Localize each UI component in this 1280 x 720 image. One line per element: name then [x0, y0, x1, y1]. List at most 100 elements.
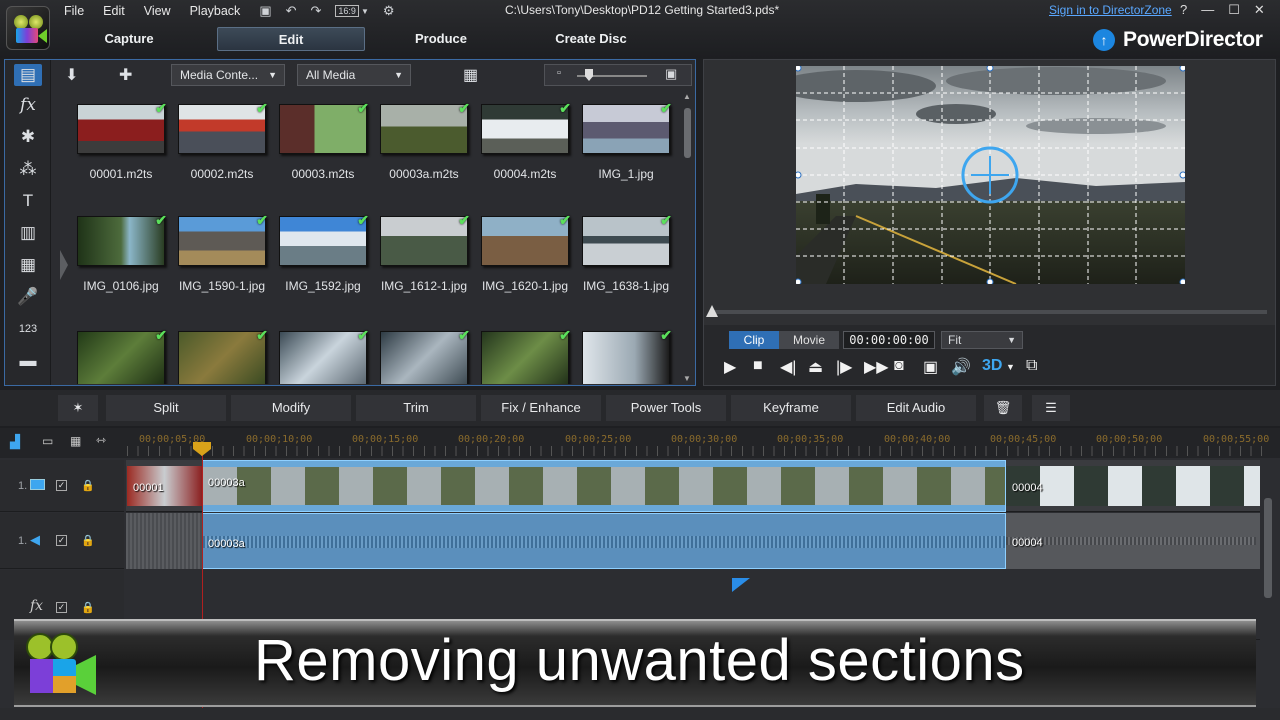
particle-room-icon[interactable]: ⁂ [14, 158, 42, 180]
audio-clip[interactable]: 00004 [1006, 513, 1260, 569]
preview-quality-icon[interactable]: ▣ [923, 357, 938, 377]
subtitle-room-icon[interactable]: ▬ [14, 350, 42, 372]
zoom-fit-dropdown[interactable]: Fit ▼ [941, 331, 1023, 349]
import-media-icon[interactable]: ⬇ [65, 65, 78, 85]
power-tools-button[interactable]: Power Tools [606, 395, 726, 421]
lock-icon[interactable]: 🔒 [81, 601, 95, 614]
help-button[interactable]: ? [1180, 2, 1187, 18]
tab-produce[interactable]: Produce [367, 27, 515, 51]
tab-create-disc[interactable]: Create Disc [517, 27, 665, 51]
movie-mode-button[interactable]: Movie [779, 331, 839, 349]
media-item[interactable]: ✔ 00002.m2ts [174, 100, 270, 181]
track-enable-checkbox[interactable]: ✓ [56, 535, 67, 546]
media-item[interactable]: ✔ 00004.m2ts [477, 100, 573, 181]
lock-icon[interactable]: 🔒 [81, 479, 95, 492]
fast-forward-icon[interactable]: ▶▶ [864, 357, 889, 377]
timeline-scrollbar[interactable] [1264, 498, 1272, 598]
track-enable-checkbox[interactable]: ✓ [56, 602, 67, 613]
storyboard-view-icon[interactable]: ▭ [42, 434, 53, 448]
thumbnail-size-slider[interactable]: ▫ ▣ [544, 64, 692, 86]
menu-file[interactable]: File [64, 4, 84, 18]
preview-scrub-bar[interactable] [712, 310, 1267, 314]
media-item[interactable]: ✔ 00003a.m2ts [376, 100, 472, 181]
media-item[interactable]: ✔ IMG_0106.jpg [73, 212, 169, 293]
3d-options-caret-icon[interactable]: ▼ [1006, 362, 1015, 372]
selected-audio-clip[interactable]: 00003a [202, 513, 1006, 569]
media-item[interactable]: ✔ IMG_1638-1.jpg [578, 212, 674, 293]
media-content-dropdown[interactable]: Media Conte... ▼ [171, 64, 285, 86]
upgrade-arrow-icon[interactable]: ↑ [1093, 29, 1115, 51]
audio-track[interactable]: 00003a 00004 [126, 513, 1260, 569]
audio-mixing-icon[interactable]: ▦ [14, 254, 42, 276]
scroll-down-icon[interactable]: ▼ [683, 374, 691, 383]
scroll-up-icon[interactable]: ▲ [683, 92, 691, 101]
media-filter-dropdown[interactable]: All Media ▼ [297, 64, 411, 86]
undo-icon[interactable]: ↶ [286, 3, 297, 19]
media-item[interactable]: ✔ 00003.m2ts [275, 100, 371, 181]
media-item[interactable]: ✔ IMG_1620-1.jpg [477, 212, 573, 293]
video-clip[interactable]: 00001 [127, 466, 202, 506]
timeline-view-icon[interactable]: ▟ [10, 434, 20, 450]
fix-enhance-button[interactable]: Fix / Enhance [481, 395, 601, 421]
edit-audio-button[interactable]: Edit Audio [856, 395, 976, 421]
media-item[interactable]: ✔ [73, 327, 169, 384]
track-manager-icon[interactable]: ▦ [70, 434, 81, 448]
voice-over-icon[interactable]: 🎤 [14, 286, 42, 308]
menu-playback[interactable]: Playback [190, 4, 241, 18]
plugins-puzzle-icon[interactable]: ✚ [119, 65, 132, 85]
previous-frame-icon[interactable]: ◀| [780, 357, 796, 377]
redo-icon[interactable]: ↷ [311, 3, 322, 19]
chapter-room-icon[interactable]: 123 [14, 318, 42, 340]
media-item[interactable]: ✔ IMG_1612-1.jpg [376, 212, 472, 293]
media-item[interactable]: ✔ IMG_1592.jpg [275, 212, 371, 293]
save-icon[interactable]: ▣ [259, 3, 271, 19]
trim-button[interactable]: Trim [356, 395, 476, 421]
video-clip[interactable]: 00004 [1006, 466, 1260, 506]
play-icon[interactable]: ▶ [724, 357, 736, 377]
tab-edit[interactable]: Edit [217, 27, 365, 51]
library-scrollbar[interactable]: ▲ ▼ [682, 92, 692, 386]
volume-icon[interactable]: 🔊 [951, 357, 971, 377]
maximize-button[interactable]: ☐ [1228, 2, 1240, 18]
timecode-display[interactable]: 00:00:00:00 [843, 331, 935, 349]
grid-view-icon[interactable]: ▦ [463, 65, 478, 85]
menu-edit[interactable]: Edit [103, 4, 125, 18]
pip-objects-icon[interactable]: ✱ [14, 126, 42, 148]
modify-button[interactable]: Modify [231, 395, 351, 421]
close-button[interactable]: ✕ [1254, 2, 1265, 18]
settings-gear-icon[interactable]: ⚙ [383, 3, 395, 19]
keyframe-button[interactable]: Keyframe [731, 395, 851, 421]
fit-timeline-icon[interactable]: ⇿ [96, 433, 106, 447]
magic-tools-icon[interactable]: ✶ [58, 395, 98, 421]
3d-mode-button[interactable]: 3D [982, 357, 1002, 375]
delete-trash-icon[interactable]: 🗑 [984, 395, 1022, 421]
preview-video-frame[interactable] [796, 66, 1185, 284]
split-marker-icon[interactable]: ⏏ [808, 357, 823, 377]
media-item[interactable]: ✔ [174, 327, 270, 384]
transition-room-icon[interactable]: ▥ [14, 222, 42, 244]
snapshot-camera-icon[interactable]: ◙ [894, 357, 904, 375]
media-item[interactable]: ✔ IMG_1.jpg [578, 100, 674, 181]
tab-capture[interactable]: Capture [55, 27, 203, 51]
media-item[interactable]: ✔ [275, 327, 371, 384]
minimize-button[interactable]: — [1201, 2, 1214, 18]
next-frame-icon[interactable]: |▶ [836, 357, 852, 377]
lock-icon[interactable]: 🔒 [81, 534, 95, 547]
media-room-icon[interactable]: ▤ [14, 64, 42, 86]
media-item[interactable]: ✔ [578, 327, 674, 384]
signin-link[interactable]: Sign in to DirectorZone [1049, 3, 1172, 17]
aspect-ratio-selector[interactable]: 16:9 [335, 5, 359, 17]
slider-handle[interactable] [585, 69, 593, 81]
selected-video-clip[interactable]: 00003a [202, 460, 1006, 512]
menu-view[interactable]: View [144, 4, 171, 18]
media-item[interactable]: ✔ 00001.m2ts [73, 100, 169, 181]
media-item[interactable]: ✔ [477, 327, 573, 384]
fx-room-icon[interactable]: fx [14, 94, 42, 116]
title-room-icon[interactable]: T [14, 190, 42, 212]
media-item[interactable]: ✔ [376, 327, 472, 384]
timeline-ruler[interactable]: ▟ ▭ ▦ ⇿ 00;00;05;00 00;00;10;00 00;00;15… [0, 428, 1280, 458]
aspect-dropdown-caret-icon[interactable]: ▼ [361, 7, 369, 16]
more-features-icon[interactable]: ☰ [1032, 395, 1070, 421]
video-track[interactable]: 00001 00003a 00004 [126, 460, 1260, 512]
media-item[interactable]: ✔ IMG_1590-1.jpg [174, 212, 270, 293]
